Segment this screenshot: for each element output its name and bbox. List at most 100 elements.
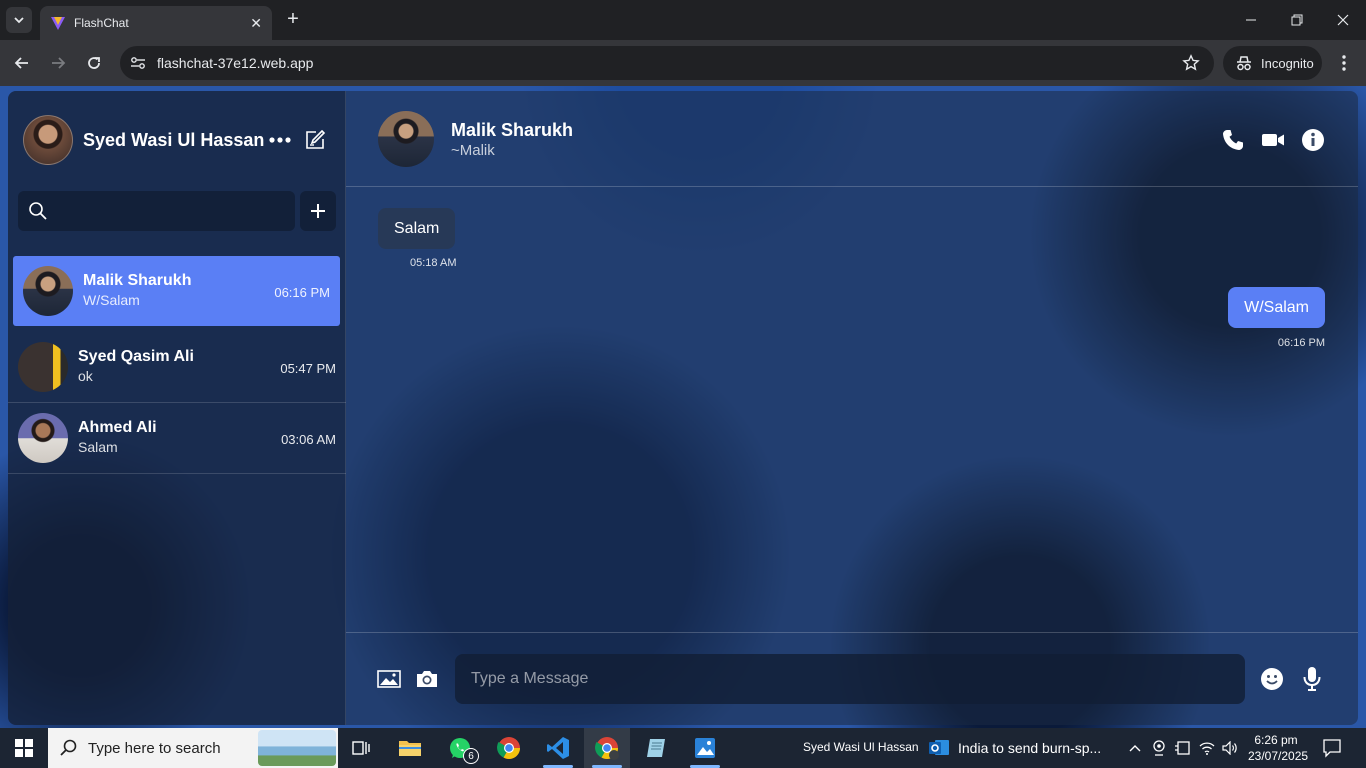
- forward-arrow-icon: [52, 57, 66, 69]
- incognito-label: Incognito: [1261, 55, 1314, 71]
- message-bubble-incoming[interactable]: Salam: [378, 208, 456, 249]
- incognito-icon: [1237, 56, 1251, 71]
- taskbar-search-placeholder: Type here to search: [88, 740, 221, 757]
- outlook-icon: [929, 740, 949, 755]
- back-button[interactable]: [10, 51, 34, 75]
- site-settings-icon[interactable]: [128, 53, 148, 78]
- task-view-button[interactable]: [338, 728, 384, 768]
- chat-info-button[interactable]: [1300, 127, 1326, 153]
- taskbar-user-label[interactable]: Syed Wasi Ul Hassan: [803, 740, 919, 754]
- voice-call-button[interactable]: [1220, 127, 1246, 153]
- forward-button[interactable]: [46, 51, 70, 75]
- new-tab-button[interactable]: +: [282, 8, 304, 30]
- camera-button[interactable]: [414, 666, 440, 692]
- message-text: W/Salam: [1244, 298, 1309, 316]
- meet-now-button[interactable]: [1148, 738, 1170, 758]
- flashchat-app: Syed Wasi Ul Hassan Malik Sharukh W/Sala…: [8, 91, 1358, 725]
- add-contact-button[interactable]: [300, 191, 336, 231]
- phone-icon: [1223, 130, 1243, 150]
- minimize-icon: [1246, 19, 1256, 21]
- photos-icon: [695, 738, 715, 758]
- notifications-button[interactable]: [1322, 738, 1344, 758]
- notification-icon: [1323, 739, 1341, 758]
- tab-strip: FlashChat ✕ +: [0, 0, 1366, 40]
- info-icon: [1302, 129, 1324, 151]
- taskbar-vscode[interactable]: [535, 728, 581, 768]
- clock-date: 23/07/2025: [1248, 749, 1309, 763]
- new-chat-button[interactable]: [304, 129, 326, 151]
- taskbar-search[interactable]: Type here to search: [48, 728, 338, 768]
- close-window-button[interactable]: [1320, 0, 1366, 40]
- conversation-panel: Malik Sharukh ~Malik Salam 05:18 AM W/Sa…: [346, 91, 1358, 725]
- network-status[interactable]: [1196, 738, 1218, 758]
- incognito-indicator[interactable]: Incognito: [1223, 46, 1322, 80]
- show-hidden-icons-button[interactable]: [1124, 738, 1146, 758]
- message-input[interactable]: [471, 667, 1231, 691]
- address-bar[interactable]: flashchat-37e12.web.app: [120, 46, 1214, 80]
- peer-handle: ~Malik: [451, 142, 495, 159]
- clock-time: 6:26 pm: [1254, 733, 1298, 747]
- taskbar-photos[interactable]: [682, 728, 728, 768]
- vscode-icon: [547, 737, 569, 759]
- chat-item-last-message: ok: [78, 368, 93, 384]
- avatar: [18, 342, 68, 392]
- emoji-button[interactable]: [1259, 666, 1285, 692]
- back-arrow-icon: [14, 57, 28, 69]
- whatsapp-badge: 6: [463, 748, 479, 764]
- news-widget[interactable]: India to send burn-sp...: [928, 728, 1101, 768]
- search-input[interactable]: [58, 199, 283, 223]
- chat-item-ahmed-ali[interactable]: Ahmed Ali Salam 03:06 AM: [8, 403, 346, 474]
- peer-avatar[interactable]: [378, 111, 434, 167]
- current-user-avatar[interactable]: [23, 115, 73, 165]
- start-button[interactable]: [0, 728, 48, 768]
- minimize-button[interactable]: [1228, 0, 1274, 40]
- chat-sidebar: Syed Wasi Ul Hassan Malik Sharukh W/Sala…: [8, 91, 346, 725]
- windows-taskbar: Type here to search 6 Syed Wasi Ul Hassa…: [0, 728, 1366, 768]
- chevron-up-icon: [1129, 745, 1141, 752]
- more-options-button[interactable]: [269, 129, 291, 151]
- flashchat-favicon-icon: [51, 17, 65, 30]
- camera-icon: [417, 671, 437, 687]
- close-icon: [1337, 14, 1349, 26]
- microphone-icon: [1303, 667, 1321, 691]
- battery-status[interactable]: [1171, 738, 1193, 758]
- folder-icon: [399, 741, 421, 756]
- browser-menu-button[interactable]: [1334, 52, 1354, 74]
- video-call-button[interactable]: [1260, 127, 1286, 153]
- kebab-menu-icon: [1342, 55, 1346, 71]
- message-time: 06:16 PM: [1277, 337, 1325, 349]
- taskbar-chrome-incognito[interactable]: [584, 728, 630, 768]
- reload-icon: [88, 57, 100, 69]
- chat-item-name: Ahmed Ali: [78, 419, 157, 436]
- system-clock[interactable]: 6:26 pm 23/07/2025: [1248, 732, 1309, 764]
- taskbar-notepad[interactable]: [633, 728, 679, 768]
- chat-search[interactable]: [18, 191, 295, 231]
- notepad-icon: [647, 739, 665, 757]
- taskbar-file-explorer[interactable]: [387, 728, 433, 768]
- reload-button[interactable]: [82, 51, 106, 75]
- tab-close-icon[interactable]: ✕: [250, 15, 262, 32]
- chat-item-syed-qasim-ali[interactable]: Syed Qasim Ali ok 05:47 PM: [8, 332, 346, 403]
- volume-control[interactable]: [1219, 738, 1241, 758]
- message-bubble-outgoing[interactable]: W/Salam: [1228, 287, 1325, 328]
- tab-search-button[interactable]: [6, 7, 32, 33]
- message-text: Salam: [394, 219, 440, 237]
- image-icon: [377, 670, 401, 688]
- bookmark-star-icon[interactable]: [1182, 54, 1200, 77]
- restore-icon: [1291, 14, 1303, 26]
- message-input-box[interactable]: [455, 654, 1245, 704]
- battery-icon: [1175, 741, 1190, 755]
- windows-logo-icon: [15, 739, 33, 757]
- restore-button[interactable]: [1274, 0, 1320, 40]
- attach-image-button[interactable]: [376, 666, 402, 692]
- more-horizontal-icon: [269, 137, 291, 143]
- browser-tab[interactable]: FlashChat ✕: [40, 6, 272, 40]
- message-composer: [346, 632, 1358, 725]
- taskbar-whatsapp[interactable]: 6: [437, 728, 483, 768]
- chat-item-malik-sharukh[interactable]: Malik Sharukh W/Salam 06:16 PM: [13, 256, 340, 326]
- chat-item-time: 05:47 PM: [280, 361, 336, 376]
- wifi-icon: [1199, 742, 1215, 755]
- search-icon: [60, 739, 78, 762]
- taskbar-chrome[interactable]: [486, 728, 532, 768]
- voice-message-button[interactable]: [1299, 666, 1325, 692]
